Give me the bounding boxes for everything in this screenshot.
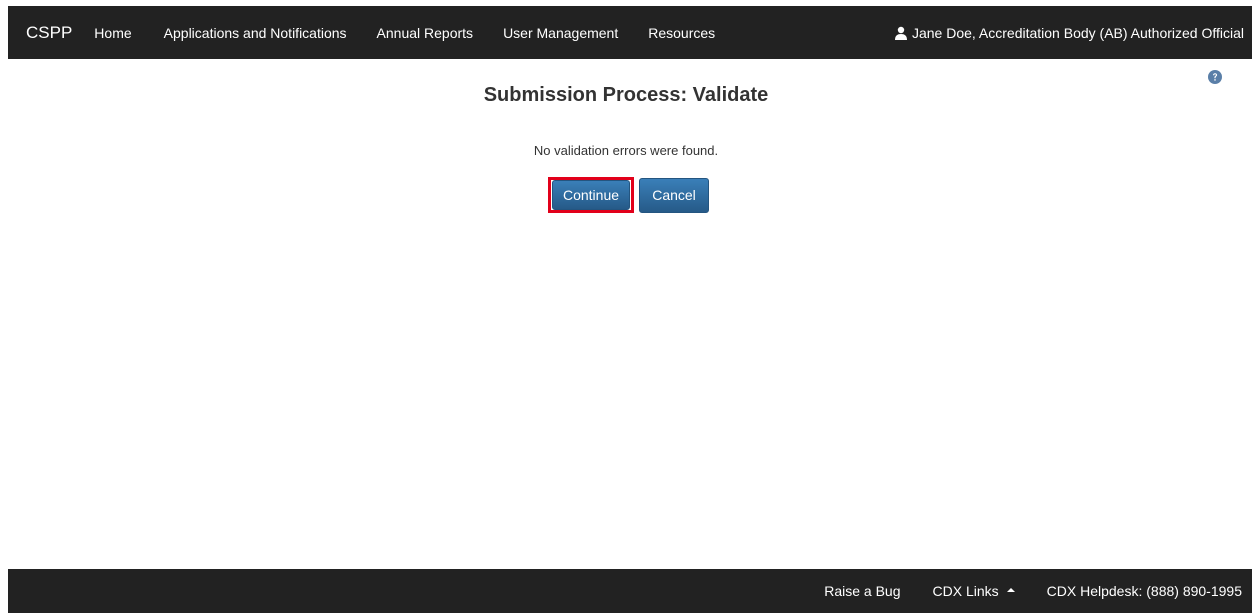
caret-up-icon xyxy=(1006,588,1015,593)
question-circle-icon[interactable] xyxy=(1208,70,1222,84)
continue-button[interactable]: Continue xyxy=(552,180,630,210)
cancel-button[interactable]: Cancel xyxy=(639,177,709,213)
raise-bug-link[interactable]: Raise a Bug xyxy=(824,583,900,599)
continue-highlight: Continue xyxy=(548,177,634,213)
nav-item-applications-and-notifications[interactable]: Applications and Notifications xyxy=(164,25,347,41)
nav-item-resources[interactable]: Resources xyxy=(648,25,715,41)
page-title: Submission Process: Validate xyxy=(483,84,769,106)
cdx-helpdesk-text: CDX Helpdesk: (888) 890-1995 xyxy=(1046,583,1242,599)
brand-link[interactable]: CSPP xyxy=(26,23,72,43)
footer: Raise a Bug CDX Links CDX Helpdesk: (888… xyxy=(8,569,1252,613)
nav-item-user-management[interactable]: User Management xyxy=(503,25,618,41)
nav-item-home[interactable]: Home xyxy=(94,25,131,41)
page: CSPP Home Applications and Notifications… xyxy=(0,0,1252,613)
cdx-links-label: CDX Links xyxy=(932,583,999,599)
user-menu[interactable]: Jane Doe, Accreditation Body (AB) Author… xyxy=(894,6,1244,59)
cdx-links-dropdown[interactable]: CDX Links xyxy=(933,583,1015,599)
nav-item-annual-reports[interactable]: Annual Reports xyxy=(377,25,474,41)
validation-message: No validation errors were found. xyxy=(533,143,719,158)
user-icon xyxy=(894,26,907,40)
user-menu-label: Jane Doe, Accreditation Body (AB) Author… xyxy=(911,24,1244,41)
action-buttons: Continue Cancel xyxy=(548,177,709,213)
top-navbar: CSPP Home Applications and Notifications… xyxy=(8,6,1252,59)
